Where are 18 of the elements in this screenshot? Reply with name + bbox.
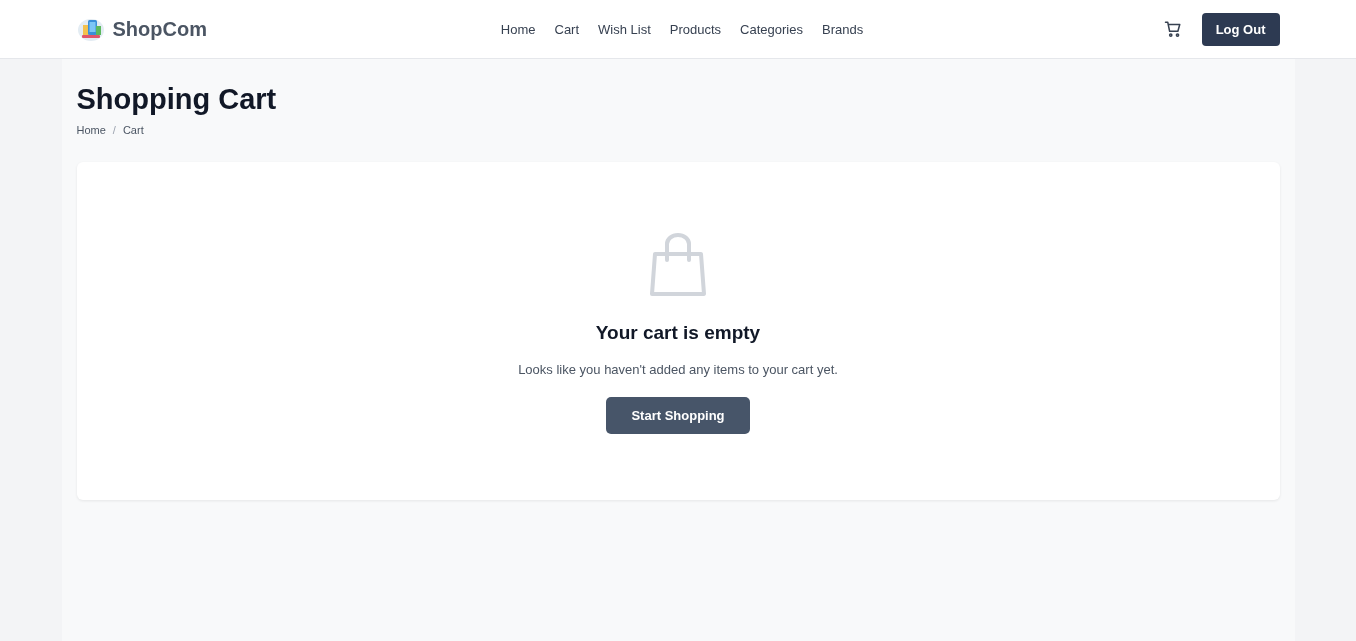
nav-link[interactable]: Cart: [554, 21, 580, 37]
empty-cart-heading: Your cart is empty: [595, 322, 761, 344]
empty-cart-message: Looks like you haven't added any items to your cart yet.: [518, 362, 838, 377]
nav-link[interactable]: Wish List: [598, 21, 651, 37]
cart-icon[interactable]: [1163, 20, 1182, 38]
nav-link[interactable]: Categories: [740, 21, 803, 37]
shopping-bag-icon: [649, 232, 707, 296]
logo-icon: [76, 16, 105, 42]
breadcrumb-separator: /: [112, 124, 116, 136]
logout-button[interactable]: Log Out: [1201, 12, 1280, 46]
breadcrumb-link[interactable]: Cart: [122, 124, 144, 136]
start-shopping-button[interactable]: Start Shopping: [606, 397, 750, 434]
brand-name[interactable]: ShopCom: [112, 17, 207, 41]
nav-link[interactable]: Home: [500, 21, 536, 37]
breadcrumb-link[interactable]: Home: [76, 124, 106, 136]
nav-link[interactable]: Brands: [822, 21, 864, 37]
nav-link[interactable]: Products: [669, 21, 722, 37]
page-title: Shopping Cart: [76, 83, 278, 116]
